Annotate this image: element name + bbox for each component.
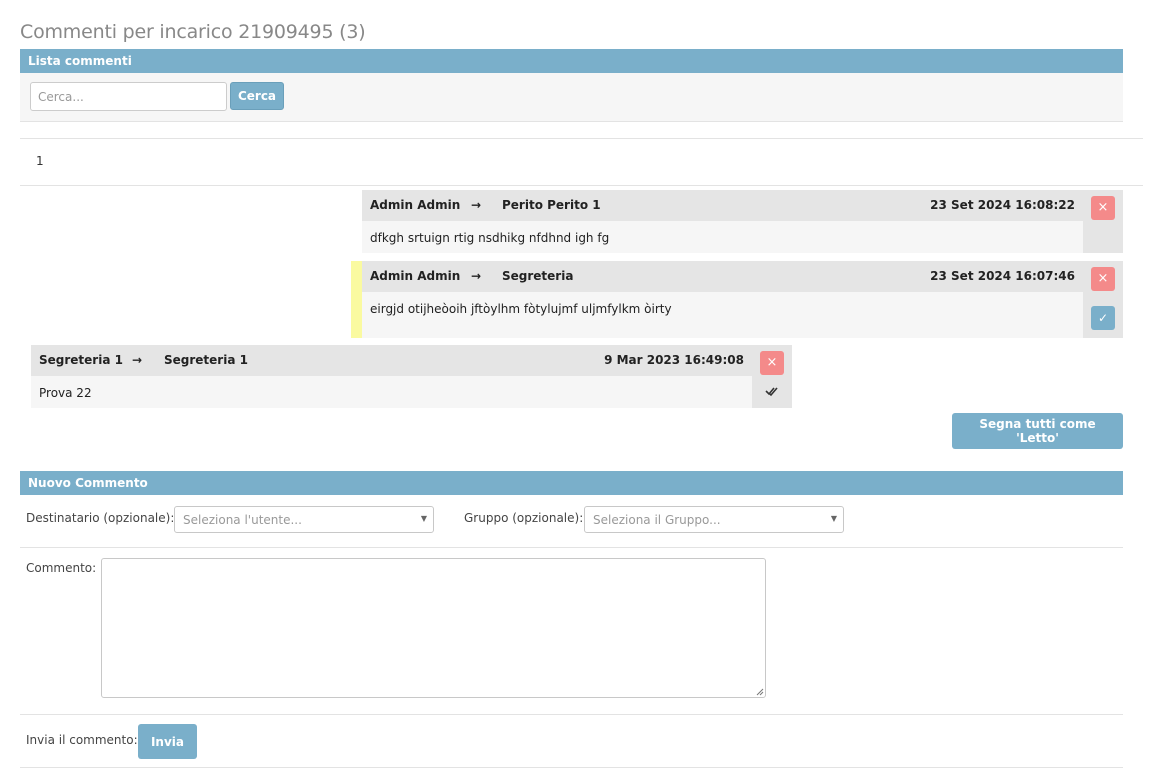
- comment-sender: Segreteria 1: [39, 353, 123, 367]
- pagination: 1: [20, 138, 1143, 186]
- comment-body: dfkgh srtuign rtig nsdhikg nfdhnd igh fg: [362, 221, 1083, 253]
- comment-row: Commento:: [20, 548, 1123, 715]
- group-label: Gruppo (opzionale):: [464, 511, 584, 525]
- comment-item: Admin Admin → Perito Perito 1 23 Set 202…: [362, 190, 1123, 253]
- comment-header: Admin Admin → Perito Perito 1 23 Set 202…: [362, 190, 1083, 221]
- check-icon[interactable]: ✓: [1091, 306, 1115, 330]
- comment-date: 23 Set 2024 16:08:22: [930, 198, 1075, 212]
- double-check-icon: [765, 387, 778, 397]
- comment-item: Admin Admin → Segreteria 23 Set 2024 16:…: [362, 261, 1123, 338]
- send-row: Invia il commento: Invia: [20, 715, 1123, 768]
- caret-down-icon: ▼: [420, 514, 427, 523]
- arrow-right-icon: →: [471, 198, 482, 212]
- resize-grip-icon[interactable]: [756, 688, 764, 696]
- recipient-select-value: Seleziona l'utente...: [183, 513, 302, 527]
- comment-date: 9 Mar 2023 16:49:08: [604, 353, 744, 367]
- close-icon[interactable]: ×: [760, 351, 784, 375]
- comment-body: Prova 22: [31, 376, 752, 408]
- unread-marker: [351, 261, 362, 338]
- recipient-select[interactable]: Seleziona l'utente... ▼: [174, 506, 434, 533]
- comment-date: 23 Set 2024 16:07:46: [930, 269, 1075, 283]
- comment-actions: × ✓: [1083, 261, 1123, 338]
- comment-text: eirgjd otijheòoih jftòylhm fòtylujmf ulj…: [370, 302, 672, 316]
- comment-sender: Admin Admin: [370, 269, 461, 283]
- comment-header: Admin Admin → Segreteria 23 Set 2024 16:…: [362, 261, 1083, 292]
- search-button[interactable]: Cerca: [230, 82, 284, 110]
- recipient-label: Destinatario (opzionale):: [26, 511, 175, 525]
- comment-recipient: Segreteria: [502, 269, 574, 283]
- arrow-right-icon: →: [132, 353, 143, 367]
- new-comment-header: Nuovo Commento: [20, 471, 1123, 495]
- comment-sender: Admin Admin: [370, 198, 461, 212]
- comment-body: eirgjd otijheòoih jftòylhm fòtylujmf ulj…: [362, 292, 1083, 338]
- comment-actions: ×: [1083, 190, 1123, 253]
- comment-item: Segreteria 1 → Segreteria 1 9 Mar 2023 1…: [31, 345, 792, 408]
- search-input[interactable]: [30, 82, 227, 111]
- group-select-value: Seleziona il Gruppo...: [593, 513, 721, 527]
- arrow-right-icon: →: [471, 269, 482, 283]
- comment-recipient: Perito Perito 1: [502, 198, 601, 212]
- comment-text: Prova 22: [39, 386, 92, 400]
- send-label: Invia il commento:: [26, 733, 138, 747]
- close-icon[interactable]: ×: [1091, 196, 1115, 220]
- comment-actions: ×: [752, 345, 792, 408]
- comments-list-header: Lista commenti: [20, 49, 1123, 73]
- close-icon[interactable]: ×: [1091, 267, 1115, 291]
- page-number-1[interactable]: 1: [36, 154, 44, 168]
- mark-all-read-button[interactable]: Segna tutti come 'Letto': [952, 413, 1123, 449]
- comment-label: Commento:: [26, 561, 97, 575]
- send-button[interactable]: Invia: [138, 724, 197, 759]
- comment-header: Segreteria 1 → Segreteria 1 9 Mar 2023 1…: [31, 345, 752, 376]
- comment-text: dfkgh srtuign rtig nsdhikg nfdhnd igh fg: [370, 231, 610, 245]
- recipient-row: Destinatario (opzionale): Seleziona l'ut…: [20, 495, 1123, 548]
- group-select[interactable]: Seleziona il Gruppo... ▼: [584, 506, 844, 533]
- page-title: Commenti per incarico 21909495 (3): [20, 21, 366, 43]
- caret-down-icon: ▼: [830, 514, 837, 523]
- comment-recipient: Segreteria 1: [164, 353, 248, 367]
- search-bar: Cerca: [20, 73, 1123, 122]
- comment-textarea[interactable]: [101, 558, 766, 698]
